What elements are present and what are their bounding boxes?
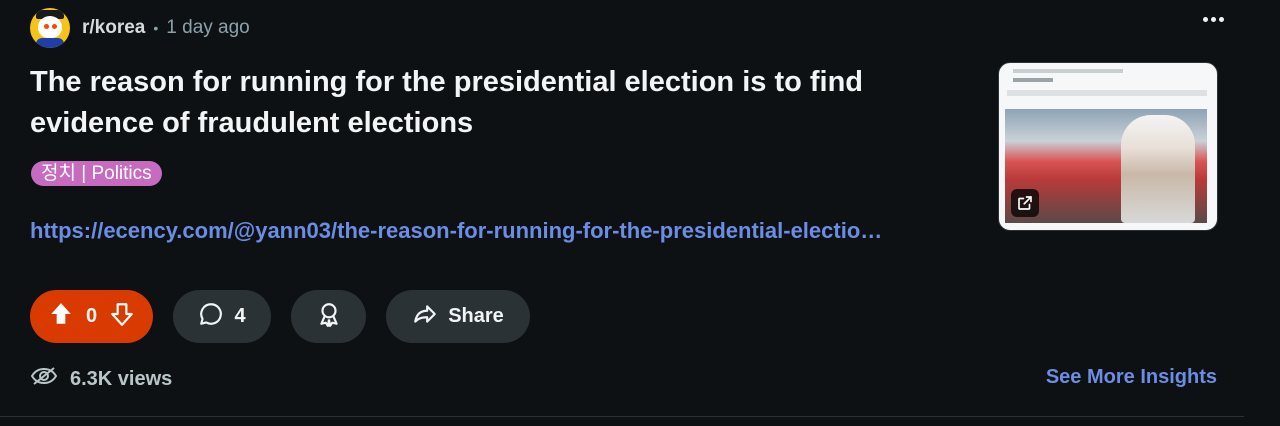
comments-button[interactable]: 4 <box>173 290 271 343</box>
external-link-icon <box>1011 189 1039 217</box>
share-icon <box>412 301 438 333</box>
share-button[interactable]: Share <box>386 290 530 343</box>
post-divider <box>0 416 1244 417</box>
comment-icon <box>198 301 224 333</box>
views-stat: 6.3K views <box>30 364 172 394</box>
vote-score: 0 <box>85 305 98 327</box>
separator-dot: • <box>153 20 159 36</box>
post-thumbnail[interactable] <box>998 62 1218 231</box>
vote-control: 0 <box>30 290 153 343</box>
see-more-insights-link[interactable]: See More Insights <box>1046 366 1217 389</box>
more-options-icon[interactable] <box>1203 17 1224 22</box>
post-header: r/korea • 1 day ago <box>30 8 250 48</box>
award-button[interactable] <box>291 290 366 343</box>
award-icon <box>316 301 342 333</box>
comment-count: 4 <box>234 305 246 327</box>
post-flair[interactable]: 정치 | Politics <box>31 161 162 186</box>
share-label: Share <box>448 305 504 327</box>
subreddit-avatar-icon[interactable] <box>30 8 70 48</box>
subreddit-name[interactable]: r/korea <box>82 17 145 39</box>
upvote-icon[interactable] <box>48 301 74 333</box>
post-link[interactable]: https://ecency.com/@yann03/the-reason-fo… <box>30 218 988 244</box>
views-count: 6.3K views <box>70 367 173 390</box>
post-timestamp: 1 day ago <box>166 17 250 38</box>
downvote-icon[interactable] <box>109 301 135 333</box>
views-icon <box>30 364 58 394</box>
post-title[interactable]: The reason for running for the president… <box>30 62 930 144</box>
